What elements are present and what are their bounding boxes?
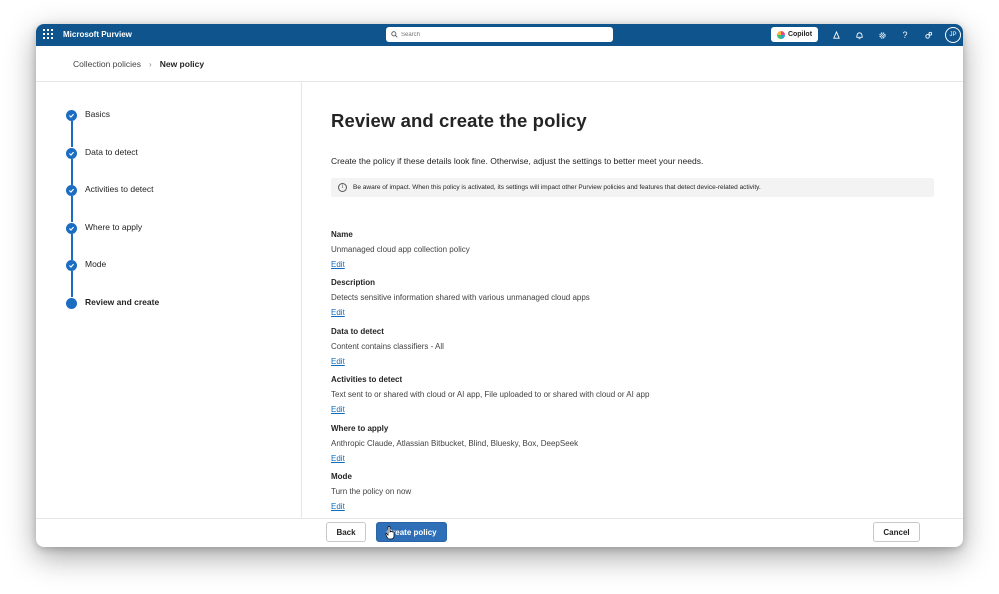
step-label: Mode — [85, 259, 107, 270]
section-heading: Data to detect — [331, 327, 384, 336]
footer-divider — [36, 518, 963, 519]
info-icon: i — [338, 183, 347, 192]
step-connector — [71, 233, 73, 260]
section-value: Text sent to or shared with cloud or AI … — [331, 390, 650, 399]
checkmark-icon — [66, 110, 77, 121]
step-label: Where to apply — [85, 221, 143, 232]
section-value: Turn the policy on now — [331, 487, 412, 496]
edit-description-link[interactable]: Edit — [331, 308, 345, 317]
section-heading: Activities to detect — [331, 375, 403, 384]
back-button[interactable]: Back — [326, 522, 366, 542]
edit-data-to-detect-link[interactable]: Edit — [331, 357, 345, 366]
section-heading: Name — [331, 230, 353, 239]
step-label: Basics — [85, 109, 111, 119]
section-heading: Where to apply — [331, 424, 389, 433]
checkmark-icon — [66, 185, 77, 197]
breadcrumb-parent-link[interactable]: Collection policies — [73, 59, 141, 69]
section-value: Detects sensitive information shared wit… — [331, 293, 590, 302]
checkmark-icon — [66, 222, 77, 234]
search-icon — [391, 31, 398, 38]
checkmark-icon — [66, 147, 77, 159]
chevron-right-icon: › — [149, 59, 152, 69]
step-connector — [71, 196, 73, 223]
hand-cursor-icon — [385, 526, 395, 540]
panel-divider — [301, 82, 302, 518]
step-label: Activities to detect — [85, 184, 154, 195]
copilot-button[interactable]: Copilot — [771, 27, 818, 42]
app-title[interactable]: Microsoft Purview — [63, 24, 132, 46]
bell-icon[interactable] — [852, 28, 866, 42]
step-label: Review and create — [85, 296, 160, 307]
summary-name: Name Unmanaged cloud app collection poli… — [331, 230, 470, 272]
gear-icon[interactable] — [875, 28, 889, 42]
header-divider — [36, 81, 963, 82]
breadcrumb: Collection policies › New policy — [73, 54, 204, 74]
section-value: Anthropic Claude, Atlassian Bitbucket, B… — [331, 439, 579, 448]
summary-where-to-apply: Where to apply Anthropic Claude, Atlassi… — [331, 424, 578, 466]
step-connector — [71, 158, 73, 185]
app-launcher-icon[interactable] — [43, 29, 55, 41]
edit-activities-link[interactable]: Edit — [331, 405, 345, 414]
section-value: Unmanaged cloud app collection policy — [331, 245, 470, 254]
checkmark-icon — [66, 260, 77, 272]
edit-where-to-apply-link[interactable]: Edit — [331, 454, 345, 463]
edit-mode-link[interactable]: Edit — [331, 502, 345, 511]
top-bar: Microsoft Purview Copilot ? JP — [36, 24, 963, 46]
search-input[interactable] — [401, 31, 601, 38]
step-connector — [71, 121, 73, 147]
summary-data-to-detect: Data to detect Content contains classifi… — [331, 327, 444, 369]
copilot-icon — [776, 30, 785, 39]
section-value: Content contains classifiers - All — [331, 342, 444, 351]
impact-notice: i Be aware of impact. When this policy i… — [331, 178, 934, 197]
section-heading: Description — [331, 278, 376, 287]
step-connector — [71, 271, 73, 298]
breadcrumb-current: New policy — [159, 59, 205, 69]
whats-new-icon[interactable] — [829, 28, 843, 42]
search-box[interactable] — [386, 27, 613, 42]
section-heading: Mode — [331, 472, 352, 481]
step-label: Data to detect — [85, 146, 138, 157]
summary-mode: Mode Turn the policy on now Edit — [331, 472, 411, 514]
avatar[interactable]: JP — [945, 27, 961, 43]
feedback-icon[interactable] — [921, 28, 935, 42]
edit-name-link[interactable]: Edit — [331, 260, 345, 269]
cancel-button[interactable]: Cancel — [873, 522, 920, 542]
current-step-dot-icon — [66, 297, 77, 309]
help-icon[interactable]: ? — [898, 28, 912, 42]
notice-text: Be aware of impact. When this policy is … — [353, 184, 761, 191]
summary-activities-to-detect: Activities to detect Text sent to or sha… — [331, 375, 649, 417]
intro-text: Create the policy if these details look … — [331, 156, 704, 166]
page-title: Review and create the policy — [331, 110, 587, 131]
app-window: Microsoft Purview Copilot ? JP Collectio… — [36, 24, 963, 547]
summary-description: Description Detects sensitive informatio… — [331, 278, 590, 320]
copilot-label: Copilot — [787, 31, 813, 38]
